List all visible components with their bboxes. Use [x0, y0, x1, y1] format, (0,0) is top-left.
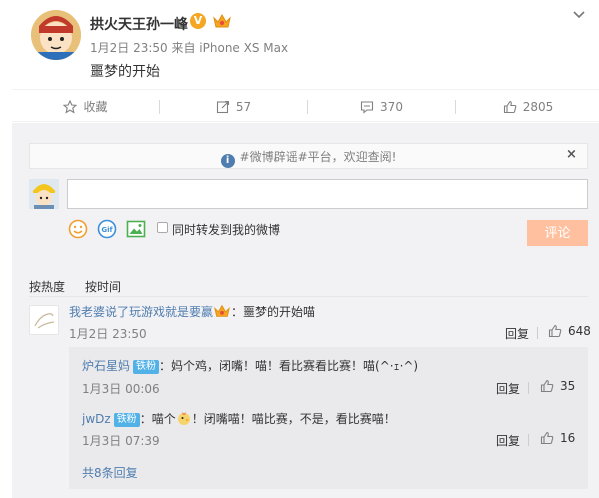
divider — [537, 327, 538, 339]
post-meta: 1月2日 23:50 来自 iPhone XS Max — [90, 41, 289, 55]
current-user-avatar — [29, 179, 59, 209]
repost-icon — [216, 100, 229, 113]
author-avatar[interactable] — [31, 10, 81, 60]
reply-item: jwDz 铁粉 ：喵个 ！闭嘴喵！喵比赛，不是，看比赛喵！ — [82, 410, 396, 427]
reply-text: ：妈个鸡，闭嘴！喵！看比赛看比赛！喵(^·ｪ·^) — [159, 359, 419, 373]
like-count: 2805 — [522, 99, 554, 114]
commenter-name[interactable]: 我老婆说了玩游戏就是要赢 — [69, 305, 213, 319]
rumor-notice: i #微博辟谣#平台，欢迎查阅! — [29, 143, 588, 169]
thumbs-up-icon — [548, 324, 562, 338]
thumbs-up-icon — [503, 100, 517, 113]
reply-button[interactable]: 回复 — [505, 325, 529, 342]
reply-text: ！闭嘴喵！喵比赛，不是，看比赛喵！ — [191, 412, 396, 426]
emoji-icon[interactable] — [68, 219, 88, 239]
reply-like-button[interactable]: 16 — [540, 431, 575, 445]
action-bar: 收藏 57 370 2805 — [12, 89, 599, 122]
repost-count: 57 — [235, 99, 252, 114]
divider — [528, 434, 529, 446]
author-name[interactable]: 拱火天王孙一峰 — [90, 14, 188, 34]
gif-icon[interactable]: Gif — [97, 219, 117, 239]
star-icon — [63, 99, 78, 114]
reply-user-name[interactable]: 炉石星妈 — [82, 359, 130, 373]
fan-badge: 铁粉 — [133, 360, 160, 374]
sort-by-hot-tab[interactable]: 按热度 — [29, 278, 65, 295]
sync-repost-checkbox[interactable] — [157, 222, 168, 233]
reply-time: 1月3日 00:06 — [82, 382, 160, 396]
comment-button[interactable]: 370 — [308, 90, 455, 123]
thumbs-up-icon — [540, 379, 554, 393]
chevron-down-icon[interactable] — [571, 8, 587, 22]
vip-crown-icon — [214, 304, 230, 317]
comment-input[interactable] — [67, 179, 588, 209]
comment-text: ：噩梦的开始喵 — [231, 305, 316, 319]
commenter-avatar[interactable] — [29, 305, 59, 335]
reply-like-button[interactable]: 35 — [540, 379, 575, 393]
verified-icon: V — [190, 13, 206, 29]
reply-like-count: 35 — [560, 379, 576, 393]
image-icon[interactable] — [126, 219, 146, 239]
submit-comment-button[interactable]: 评论 — [527, 220, 588, 246]
notice-text[interactable]: #微博辟谣#平台，欢迎查阅! — [240, 150, 397, 164]
svg-text:Gif: Gif — [101, 226, 113, 234]
repost-button[interactable]: 57 — [160, 90, 307, 123]
fan-badge: 铁粉 — [113, 413, 140, 427]
comment-time: 1月2日 23:50 — [69, 327, 147, 341]
reply-button[interactable]: 回复 — [496, 432, 520, 449]
comment-like-button[interactable]: 648 — [548, 324, 591, 338]
reply-item: 炉石星妈 铁粉 ：妈个鸡，闭嘴！喵！看比赛看比赛！喵(^·ｪ·^) — [82, 357, 418, 374]
comment-count: 370 — [380, 99, 403, 114]
favorite-button[interactable]: 收藏 — [12, 90, 159, 123]
close-icon[interactable]: × — [566, 147, 577, 162]
reply-text: ：喵个 — [139, 412, 176, 426]
post-text: 噩梦的开始 — [90, 64, 160, 80]
sort-by-time-tab[interactable]: 按时间 — [85, 278, 121, 295]
reply-button[interactable]: 回复 — [496, 380, 520, 397]
divider — [528, 382, 529, 394]
comment-icon — [360, 100, 374, 114]
reply-time: 1月3日 07:39 — [82, 434, 160, 448]
info-icon: i — [220, 154, 235, 168]
thumbs-up-icon — [540, 431, 554, 445]
reply-user-name[interactable]: jwDz — [82, 412, 111, 426]
chicken-emoji-icon — [177, 412, 190, 425]
comment-item: 我老婆说了玩游戏就是要赢 ：噩梦的开始喵 — [69, 303, 315, 320]
favorite-label: 收藏 — [83, 100, 108, 114]
like-button[interactable]: 2805 — [456, 90, 599, 123]
divider — [29, 296, 588, 297]
sync-repost-label[interactable]: 同时转发到我的微博 — [172, 221, 280, 238]
more-replies-link[interactable]: 共8条回复 — [82, 464, 138, 481]
reply-like-count: 16 — [560, 431, 576, 445]
comment-like-count: 648 — [568, 324, 591, 338]
vip-crown-icon — [212, 12, 232, 30]
